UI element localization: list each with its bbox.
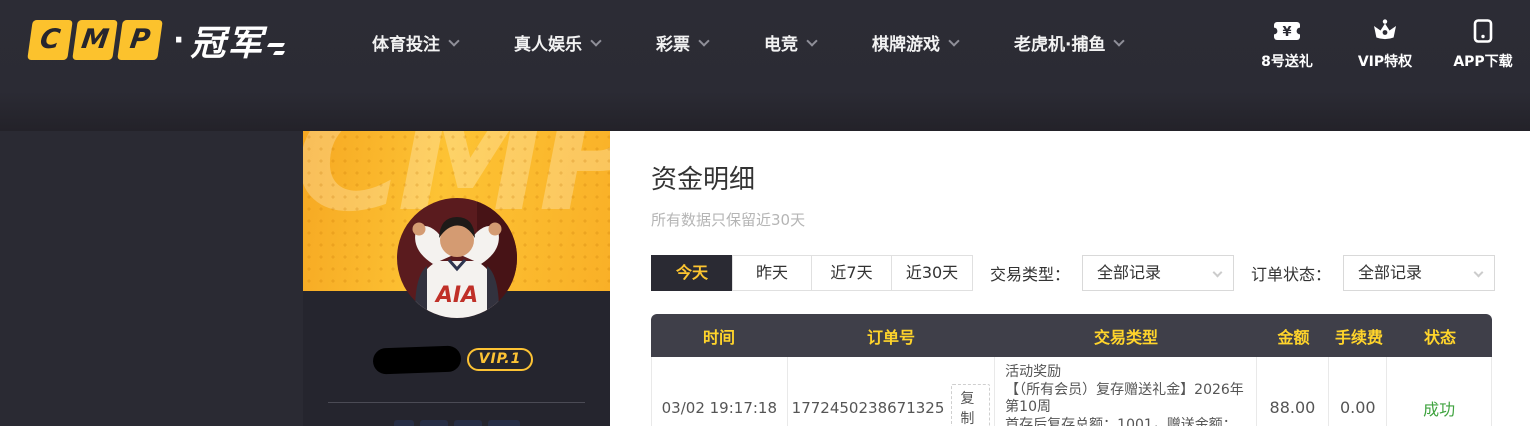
order-number-text: 1772450238671325: [792, 399, 945, 417]
page-title: 资金明细: [651, 159, 1530, 196]
nav-item-lottery[interactable]: 彩票: [656, 30, 708, 55]
funds-table: 时间 订单号 交易类型 金额 手续费 状态 03/02 19:17:18 177…: [651, 314, 1492, 426]
tab-last-7-days[interactable]: 近7天: [811, 255, 892, 291]
logo-brand-text: 冠军: [190, 15, 264, 66]
type-line: 活动奖励: [1005, 364, 1061, 382]
quicklink-label: 8号送礼: [1261, 51, 1313, 71]
filter-controls-row: 今天 昨天 近7天 近30天 交易类型： 全部记录 订单状态： 全部记录: [651, 255, 1530, 291]
chevron-down-icon: [806, 35, 817, 46]
funds-detail-panel: 资金明细 所有数据只保留近30天 今天 昨天 近7天 近30天 交易类型： 全部…: [610, 131, 1530, 426]
table-header-row: 时间 订单号 交易类型 金额 手续费 状态: [651, 314, 1492, 357]
cell-status: 成功: [1387, 357, 1491, 426]
type-line: 首存后复存总额：1001，赠送金额：88！: [1005, 417, 1245, 426]
nav-item-sports[interactable]: 体育投注: [372, 30, 458, 55]
nav-item-esports[interactable]: 电竞: [764, 30, 816, 55]
tab-last-30-days[interactable]: 近30天: [891, 255, 973, 291]
transaction-type-select[interactable]: 全部记录: [1082, 255, 1234, 291]
clipped-balance-text: [303, 420, 610, 426]
vip-level-badge: VIP.1: [467, 348, 533, 371]
nav-item-board-games[interactable]: 棋牌游戏: [872, 30, 958, 55]
logo-letter-tile: P: [117, 20, 163, 60]
cell-time: 03/02 19:17:18: [652, 357, 788, 426]
transaction-type-label: 交易类型：: [990, 261, 1070, 285]
cell-fee: 0.00: [1329, 357, 1387, 426]
column-header-amount: 金额: [1257, 324, 1330, 348]
quicklink-gift-day8[interactable]: ¥ 8号送礼: [1256, 18, 1318, 71]
tab-yesterday[interactable]: 昨天: [732, 255, 812, 291]
logo-letter-tile: M: [72, 20, 118, 60]
quicklink-label: VIP特权: [1358, 51, 1412, 71]
type-line: 【（所有会员）复存赠送礼金】2026年第10周: [1005, 382, 1245, 417]
quicklink-label: APP下载: [1453, 51, 1512, 71]
profile-sidebar: CMP AIA VIP.1: [303, 131, 610, 426]
column-header-time: 时间: [651, 324, 787, 348]
tab-today[interactable]: 今天: [651, 255, 733, 291]
nav-item-slots-fishing[interactable]: 老虎机·捕鱼: [1014, 30, 1123, 55]
nav-item-label: 电竞: [764, 30, 798, 55]
chevron-down-icon: [948, 35, 959, 46]
date-range-tabs: 今天 昨天 近7天 近30天: [651, 255, 973, 291]
sidebar-divider: [328, 402, 585, 403]
nav-item-live-casino[interactable]: 真人娱乐: [514, 30, 600, 55]
chevron-down-icon: [590, 35, 601, 46]
order-status-select[interactable]: 全部记录: [1343, 255, 1495, 291]
main-navigation: 体育投注 真人娱乐 彩票 电竞 棋牌游戏 老虎机·捕鱼: [372, 30, 1123, 55]
status-badge: 成功: [1423, 396, 1455, 420]
order-status-label: 订单状态：: [1251, 261, 1331, 285]
phone-icon: [1472, 18, 1494, 44]
crown-icon: [1372, 18, 1398, 44]
select-value: 全部记录: [1358, 263, 1422, 282]
nav-item-label: 棋牌游戏: [872, 30, 940, 55]
nav-item-label: 老虎机·捕鱼: [1014, 30, 1105, 55]
svg-text:¥: ¥: [1282, 25, 1291, 40]
nav-item-label: 体育投注: [372, 30, 440, 55]
cell-order-no: 1772450238671325 复制: [788, 357, 995, 426]
logo-speed-lines-icon: [268, 43, 284, 55]
logo-letter-tile: C: [27, 20, 73, 60]
user-avatar[interactable]: AIA: [397, 198, 517, 318]
nav-item-label: 真人娱乐: [514, 30, 582, 55]
chevron-down-icon: [698, 35, 709, 46]
nav-item-label: 彩票: [656, 30, 690, 55]
table-row: 03/02 19:17:18 1772450238671325 复制 活动奖励 …: [651, 357, 1492, 426]
chevron-down-icon: [1474, 268, 1484, 278]
chevron-down-icon: [1114, 35, 1125, 46]
chevron-down-icon: [448, 35, 459, 46]
site-logo[interactable]: C M P · 冠军: [30, 16, 284, 64]
page-root: C M P · 冠军 体育投注 真人娱乐 彩票 电竞 棋牌游戏 老虎机·捕鱼: [0, 0, 1530, 426]
chevron-down-icon: [1213, 268, 1223, 278]
gift-ticket-icon: ¥: [1273, 18, 1301, 44]
logo-dot: ·: [173, 23, 184, 58]
column-header-type: 交易类型: [995, 324, 1257, 348]
cell-amount: 88.00: [1257, 357, 1330, 426]
select-value: 全部记录: [1097, 263, 1161, 282]
header-quick-links: ¥ 8号送礼 VIP特权 APP下载: [1256, 18, 1514, 71]
svg-text:AIA: AIA: [434, 283, 478, 308]
page-subtitle: 所有数据只保留近30天: [651, 209, 1530, 230]
column-header-fee: 手续费: [1330, 324, 1388, 348]
column-header-order-no: 订单号: [787, 324, 995, 348]
quicklink-vip[interactable]: VIP特权: [1354, 18, 1416, 71]
quicklink-app-download[interactable]: APP下载: [1452, 18, 1514, 71]
copy-button[interactable]: 复制: [951, 384, 990, 426]
cell-transaction-type: 活动奖励 【（所有会员）复存赠送礼金】2026年第10周 首存后复存总额：100…: [995, 357, 1256, 426]
column-header-status: 状态: [1388, 324, 1492, 348]
redacted-username: [373, 345, 462, 374]
